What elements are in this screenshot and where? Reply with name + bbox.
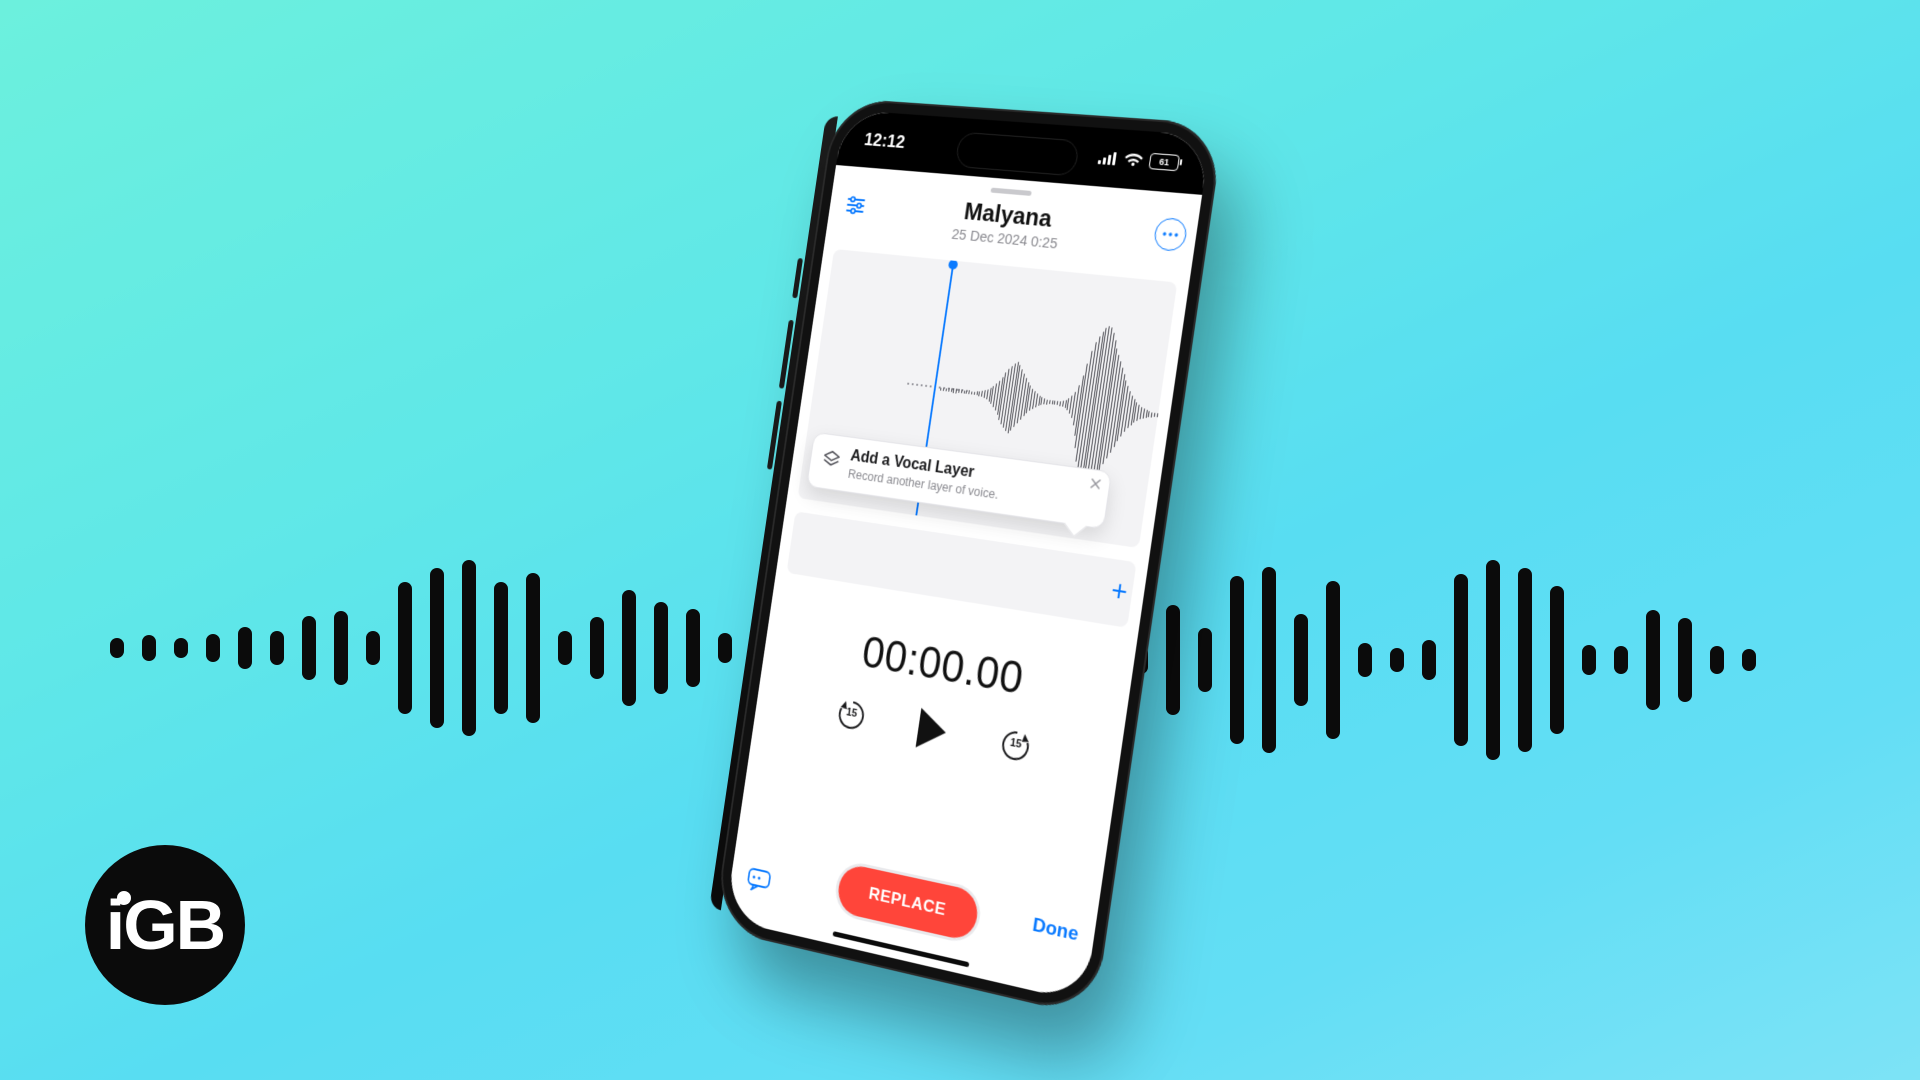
cellular-icon bbox=[1098, 151, 1119, 165]
settings-button[interactable] bbox=[840, 190, 870, 221]
play-button[interactable] bbox=[916, 708, 949, 753]
bg-waveform-right bbox=[1070, 560, 1756, 760]
playback-controls: 15 15 bbox=[755, 678, 1122, 785]
wifi-icon bbox=[1123, 152, 1143, 167]
done-button[interactable]: Done bbox=[1031, 914, 1080, 947]
hero-canvas: iGB 12:12 61 bbox=[0, 0, 1920, 1080]
waveform-track[interactable] bbox=[798, 249, 1178, 548]
bg-waveform-left bbox=[110, 560, 764, 736]
skip-forward-button[interactable]: 15 bbox=[997, 726, 1034, 766]
layers-icon bbox=[820, 448, 843, 477]
phone-screen: 12:12 61 bbox=[725, 110, 1211, 1003]
brand-logo: iGB bbox=[85, 845, 245, 1005]
add-layer-button[interactable]: + bbox=[1103, 575, 1137, 610]
sliders-icon bbox=[845, 195, 867, 216]
status-time: 12:12 bbox=[863, 129, 906, 152]
battery-icon: 61 bbox=[1148, 153, 1180, 171]
sheet-grabber[interactable] bbox=[990, 188, 1031, 196]
transcript-button[interactable] bbox=[745, 866, 772, 895]
home-indicator[interactable] bbox=[833, 931, 970, 967]
more-button[interactable] bbox=[1152, 217, 1188, 252]
ellipsis-icon bbox=[1162, 232, 1178, 237]
close-icon bbox=[1089, 477, 1102, 491]
tooltip-close-button[interactable] bbox=[1088, 476, 1102, 495]
replace-button[interactable]: REPLACE bbox=[835, 862, 981, 942]
layer-row: Add a Vocal Layer Record another layer o… bbox=[786, 511, 1136, 628]
plus-icon: + bbox=[1109, 574, 1130, 608]
dynamic-island bbox=[955, 132, 1080, 177]
skip-forward-icon bbox=[997, 726, 1034, 766]
speech-bubble-icon bbox=[745, 866, 772, 895]
skip-back-button[interactable]: 15 bbox=[834, 696, 869, 735]
bottom-toolbar: REPLACE Done bbox=[727, 822, 1100, 989]
phone-mockup: 12:12 61 bbox=[713, 98, 1224, 1018]
